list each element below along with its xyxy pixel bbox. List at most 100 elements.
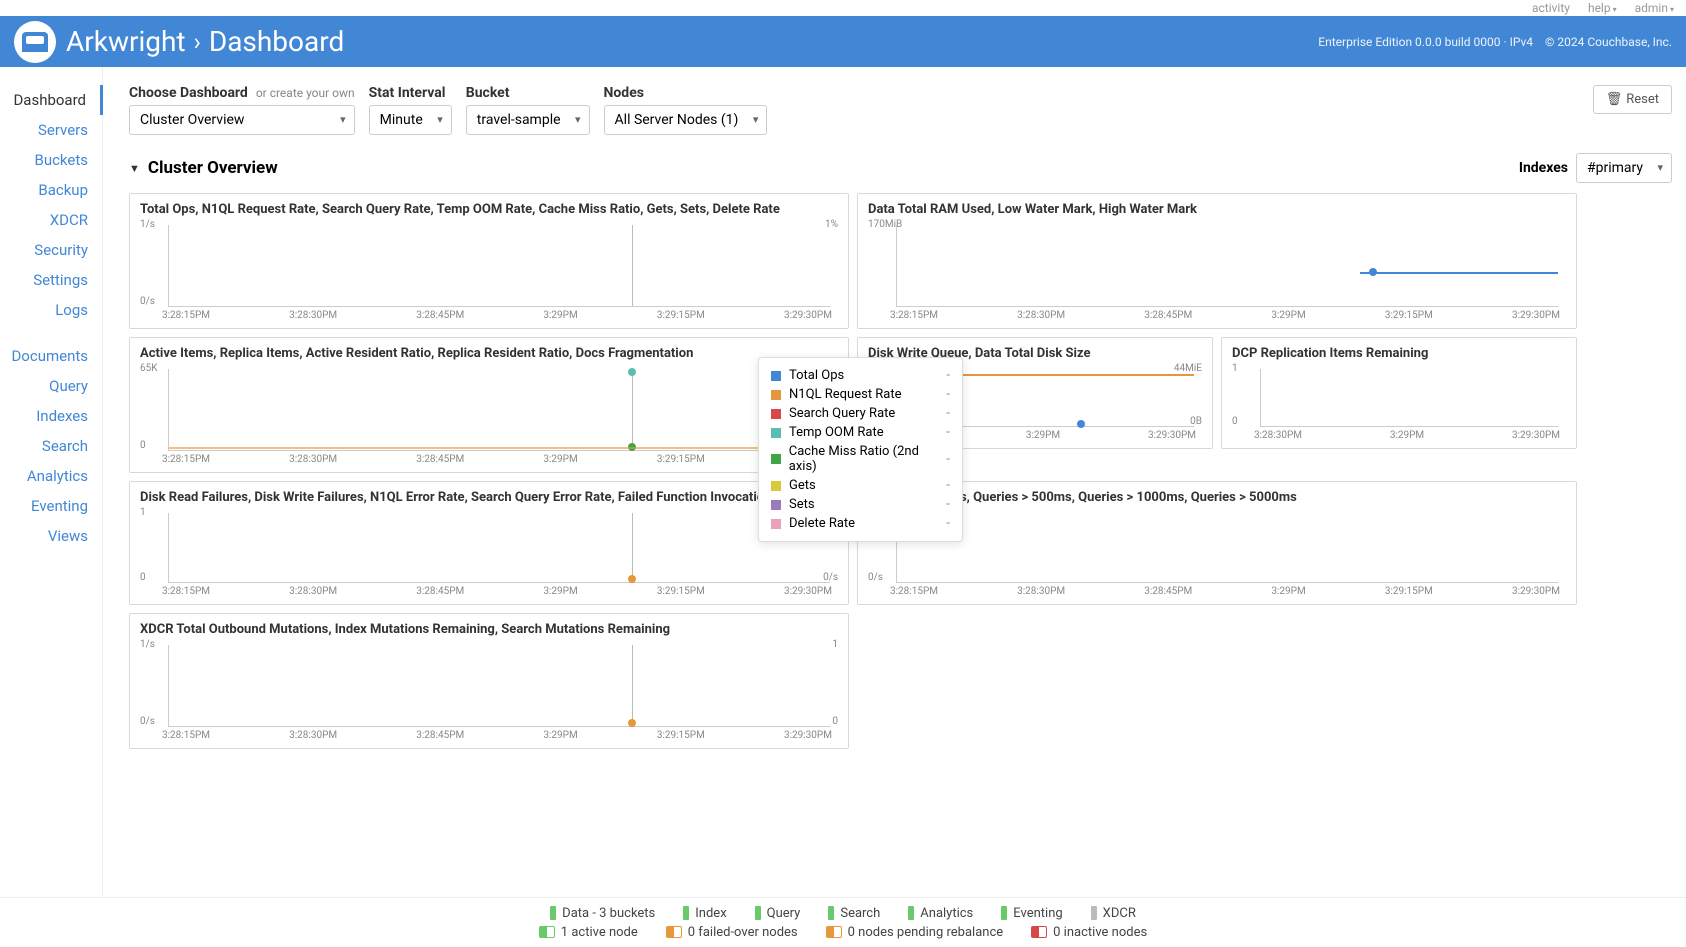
service-status[interactable]: Search xyxy=(828,906,880,921)
breadcrumb-separator-icon: › xyxy=(194,28,201,56)
node-icon xyxy=(1031,926,1047,938)
x-tick: 3:28:15PM xyxy=(162,586,210,597)
x-tick: 3:29:30PM xyxy=(1148,430,1196,441)
node-status[interactable]: 0 nodes pending rebalance xyxy=(826,925,1004,940)
series-value: - xyxy=(946,452,950,467)
series-name: Gets xyxy=(789,478,816,493)
service-status[interactable]: Data - 3 buckets xyxy=(550,906,655,921)
service-name: Eventing xyxy=(1013,906,1062,921)
series-name: Total Ops xyxy=(789,368,844,383)
sidebar-item-security[interactable]: Security xyxy=(0,235,102,265)
stat-interval-select[interactable]: Minute xyxy=(369,105,452,135)
series-swatch-icon xyxy=(771,481,781,491)
chevron-down-icon: ▾ xyxy=(1670,5,1674,14)
chart-ram[interactable]: Data Total RAM Used, Low Water Mark, Hig… xyxy=(857,193,1577,329)
x-tick: 3:29PM xyxy=(543,454,577,465)
x-tick: 3:28:30PM xyxy=(289,730,337,741)
sidebar-item-documents[interactable]: Documents xyxy=(0,341,102,371)
sidebar-item-logs[interactable]: Logs xyxy=(0,295,102,325)
app-name[interactable]: Arkwright xyxy=(66,25,186,58)
sidebar-item-buckets[interactable]: Buckets xyxy=(0,145,102,175)
collapse-icon[interactable]: ▼ xyxy=(129,162,140,175)
sidebar-item-settings[interactable]: Settings xyxy=(0,265,102,295)
y-tick: 0/s xyxy=(140,296,155,307)
tooltip-row: Cache Miss Ratio (2nd axis)- xyxy=(771,442,950,476)
create-own-link[interactable]: or create your own xyxy=(256,86,355,100)
x-tick: 3:29:15PM xyxy=(657,454,705,465)
choose-dashboard-select[interactable]: Cluster Overview xyxy=(129,105,355,135)
x-tick: 3:29PM xyxy=(1390,430,1424,441)
plot-area xyxy=(168,645,830,727)
status-swatch-icon xyxy=(755,906,761,920)
x-tick: 3:29PM xyxy=(1271,586,1305,597)
chart-title: Total Ops, N1QL Request Rate, Search Que… xyxy=(140,202,838,217)
x-tick: 3:29PM xyxy=(1271,310,1305,321)
series-swatch-icon xyxy=(771,454,781,464)
service-status[interactable]: Index xyxy=(683,906,726,921)
sidebar-item-dashboard[interactable]: Dashboard xyxy=(0,85,103,115)
y-tick: 1 xyxy=(1232,363,1238,374)
sidebar-item-indexes[interactable]: Indexes xyxy=(0,401,102,431)
service-status[interactable]: Analytics xyxy=(908,906,973,921)
node-status[interactable]: 0 failed-over nodes xyxy=(666,925,798,940)
tooltip-row: Temp OOM Rate- xyxy=(771,423,950,442)
chart-items[interactable]: Active Items, Replica Items, Active Resi… xyxy=(129,337,849,473)
activity-link[interactable]: activity xyxy=(1532,1,1570,15)
plot-area xyxy=(896,513,1558,583)
header-meta: Enterprise Edition 0.0.0 build 0000 · IP… xyxy=(1318,35,1672,49)
chart-title: Queries > 250ms, Queries > 500ms, Querie… xyxy=(868,490,1566,505)
x-tick: 3:28:30PM xyxy=(1017,310,1065,321)
chart-queries[interactable]: Queries > 250ms, Queries > 500ms, Querie… xyxy=(857,481,1577,605)
sidebar-item-backup[interactable]: Backup xyxy=(0,175,102,205)
x-tick: 3:29:30PM xyxy=(784,310,832,321)
plot-area xyxy=(168,513,830,583)
series-name: N1QL Request Rate xyxy=(789,387,902,402)
sidebar-item-eventing[interactable]: Eventing xyxy=(0,491,102,521)
x-tick: 3:29:30PM xyxy=(1512,430,1560,441)
node-status[interactable]: 1 active node xyxy=(539,925,638,940)
x-tick: 3:29:30PM xyxy=(784,586,832,597)
admin-menu[interactable]: admin▾ xyxy=(1635,1,1674,15)
chart-ops[interactable]: Total Ops, N1QL Request Rate, Search Que… xyxy=(129,193,849,329)
sidebar-item-search[interactable]: Search xyxy=(0,431,102,461)
help-menu[interactable]: help▾ xyxy=(1588,1,1617,15)
reset-button[interactable]: 🗑Reset xyxy=(1593,85,1672,114)
indexes-select[interactable]: #primary xyxy=(1576,153,1672,183)
service-status[interactable]: XDCR xyxy=(1091,906,1136,921)
app-logo-icon xyxy=(14,21,56,63)
indexes-label: Indexes xyxy=(1519,160,1568,176)
node-status[interactable]: 0 inactive nodes xyxy=(1031,925,1147,940)
x-tick: 3:28:15PM xyxy=(890,310,938,321)
node-icon xyxy=(666,926,682,938)
plot-area xyxy=(168,225,830,307)
series-value: - xyxy=(946,368,950,383)
node-label: 1 active node xyxy=(561,925,638,940)
bucket-select[interactable]: travel-sample xyxy=(466,105,590,135)
sidebar-item-servers[interactable]: Servers xyxy=(0,115,102,145)
y-tick-right: 0 xyxy=(832,716,838,727)
chart-dcp[interactable]: DCP Replication Items Remaining103:28:30… xyxy=(1221,337,1577,449)
x-tick: 3:28:15PM xyxy=(162,310,210,321)
section-title: Cluster Overview xyxy=(148,158,278,178)
chart-errors[interactable]: Disk Read Failures, Disk Write Failures,… xyxy=(129,481,849,605)
top-utility-bar: activity help▾ admin▾ xyxy=(0,0,1686,16)
nodes-select[interactable]: All Server Nodes (1) xyxy=(604,105,768,135)
sidebar-item-analytics[interactable]: Analytics xyxy=(0,461,102,491)
company-link[interactable]: Couchbase, Inc. xyxy=(1587,35,1672,49)
y-tick: 1/s xyxy=(140,639,155,650)
sidebar-item-query[interactable]: Query xyxy=(0,371,102,401)
trash-icon: 🗑 xyxy=(1606,92,1623,107)
tooltip-row: Search Query Rate- xyxy=(771,404,950,423)
service-name: XDCR xyxy=(1103,906,1136,921)
y-tick: 0/s xyxy=(868,572,883,583)
x-tick: 3:28:30PM xyxy=(1254,430,1302,441)
series-swatch-icon xyxy=(771,519,781,529)
stat-interval-label: Stat Interval xyxy=(369,85,452,101)
tooltip-row: Total Ops - xyxy=(771,366,950,385)
sidebar-item-xdcr[interactable]: XDCR xyxy=(0,205,102,235)
chart-title: Active Items, Replica Items, Active Resi… xyxy=(140,346,838,361)
chart-xdcr[interactable]: XDCR Total Outbound Mutations, Index Mut… xyxy=(129,613,849,749)
sidebar-item-views[interactable]: Views xyxy=(0,521,102,551)
service-status[interactable]: Query xyxy=(755,906,801,921)
service-status[interactable]: Eventing xyxy=(1001,906,1062,921)
